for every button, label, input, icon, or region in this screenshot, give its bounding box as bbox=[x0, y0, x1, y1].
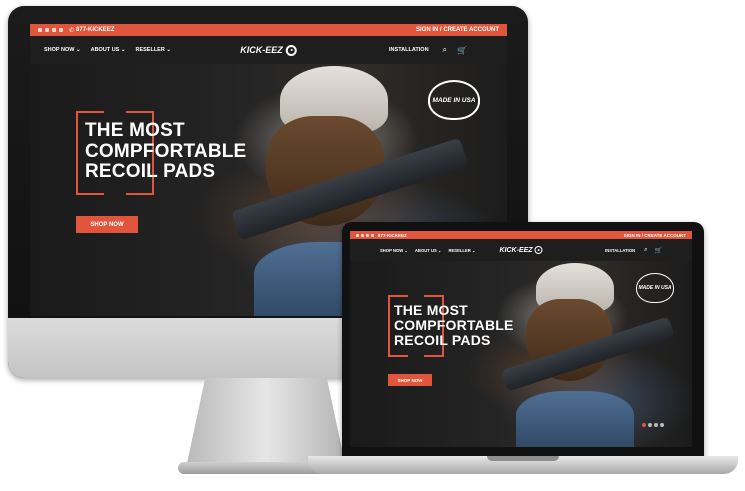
headline-line-2: COMPFORTABLE bbox=[394, 317, 514, 334]
chevron-down-icon: ⌄ bbox=[76, 47, 81, 53]
headline-line-1: THE MOST bbox=[85, 120, 185, 141]
nav-reseller[interactable]: RESELLER ⌄ bbox=[135, 47, 170, 53]
target-icon bbox=[534, 246, 543, 254]
chevron-down-icon: ⌄ bbox=[120, 47, 126, 53]
laptop-screen: 877-KICKEEZ SIGN IN / CREATE ACCOUNT SHO… bbox=[350, 231, 692, 447]
youtube-icon[interactable] bbox=[59, 28, 63, 32]
hero-headline: THE MOST COMPFORTABLE RECOIL PADS bbox=[85, 120, 247, 183]
site-logo[interactable]: KICK-EEZ bbox=[499, 246, 543, 254]
phone-number[interactable]: 877-KICKEEZ bbox=[378, 233, 407, 238]
shop-now-button[interactable]: SHOP NOW bbox=[388, 374, 432, 386]
site-logo[interactable]: KICK-EEZ bbox=[240, 44, 297, 56]
headline-line-3: RECOIL PADS bbox=[394, 332, 491, 349]
phone-number[interactable]: 877-KICKEEZ bbox=[76, 27, 114, 33]
account-links[interactable]: SIGN IN / CREATE ACCOUNT bbox=[416, 27, 499, 33]
nav-about-us[interactable]: ABOUT US ⌄ bbox=[415, 248, 442, 253]
headline-line-3: RECOIL PADS bbox=[85, 161, 216, 183]
slider-dot[interactable] bbox=[654, 423, 658, 427]
linkedin-icon[interactable] bbox=[366, 233, 369, 237]
hero-banner: THE MOST COMPFORTABLE RECOIL PADS SHOP N… bbox=[350, 261, 692, 447]
facebook-icon[interactable] bbox=[356, 233, 359, 237]
nav-installation[interactable]: INSTALLATION bbox=[605, 248, 635, 253]
hero-headline: THE MOST COMPFORTABLE RECOIL PADS bbox=[394, 302, 514, 349]
cart-icon[interactable]: 🛒 bbox=[457, 46, 467, 55]
slider-dot[interactable] bbox=[660, 423, 664, 427]
headline-line-2: COMPFORTABLE bbox=[85, 140, 247, 162]
account-links[interactable]: SIGN IN / CREATE ACCOUNT bbox=[624, 233, 686, 238]
instagram-icon[interactable] bbox=[45, 28, 49, 32]
nav-about-us[interactable]: ABOUT US ⌄ bbox=[91, 47, 126, 53]
headline-line-1: THE MOST bbox=[394, 302, 468, 318]
nav-shop-now[interactable]: SHOP NOW ⌄ bbox=[44, 47, 81, 53]
cart-icon[interactable]: 🛒 bbox=[655, 247, 662, 254]
website: 877-KICKEEZ SIGN IN / CREATE ACCOUNT SHO… bbox=[350, 231, 692, 447]
top-bar: ✆ 877-KICKEEZ SIGN IN / CREATE ACCOUNT bbox=[30, 24, 507, 36]
facebook-icon[interactable] bbox=[38, 28, 42, 32]
imac-stand bbox=[186, 378, 346, 468]
linkedin-icon[interactable] bbox=[52, 28, 56, 32]
nav-installation[interactable]: INSTALLATION bbox=[389, 47, 429, 53]
made-in-usa-badge: MADE IN USA bbox=[636, 273, 674, 303]
main-nav: SHOP NOW ⌄ ABOUT US ⌄ RESELLER ⌄ KICK-EE… bbox=[350, 239, 692, 261]
slider-dots bbox=[642, 423, 664, 427]
youtube-icon[interactable] bbox=[371, 233, 374, 237]
target-icon bbox=[285, 44, 297, 56]
slider-dot[interactable] bbox=[648, 423, 652, 427]
chevron-down-icon: ⌄ bbox=[166, 47, 171, 53]
instagram-icon[interactable] bbox=[361, 233, 364, 237]
phone-icon: ✆ bbox=[69, 27, 75, 34]
made-in-usa-badge: MADE IN USA bbox=[428, 80, 480, 120]
shop-now-button[interactable]: SHOP NOW bbox=[76, 216, 138, 233]
hero-image-shirt bbox=[516, 391, 634, 447]
top-bar: 877-KICKEEZ SIGN IN / CREATE ACCOUNT bbox=[350, 231, 692, 239]
main-nav: SHOP NOW ⌄ ABOUT US ⌄ RESELLER ⌄ KICK-EE… bbox=[30, 36, 507, 64]
search-icon[interactable]: ⌕ bbox=[644, 247, 647, 254]
nav-shop-now[interactable]: SHOP NOW ⌄ bbox=[380, 248, 408, 253]
nav-reseller[interactable]: RESELLER ⌄ bbox=[448, 248, 475, 253]
slider-dot[interactable] bbox=[642, 423, 646, 427]
search-icon[interactable]: ⌕ bbox=[443, 45, 447, 55]
laptop-notch bbox=[487, 456, 559, 461]
